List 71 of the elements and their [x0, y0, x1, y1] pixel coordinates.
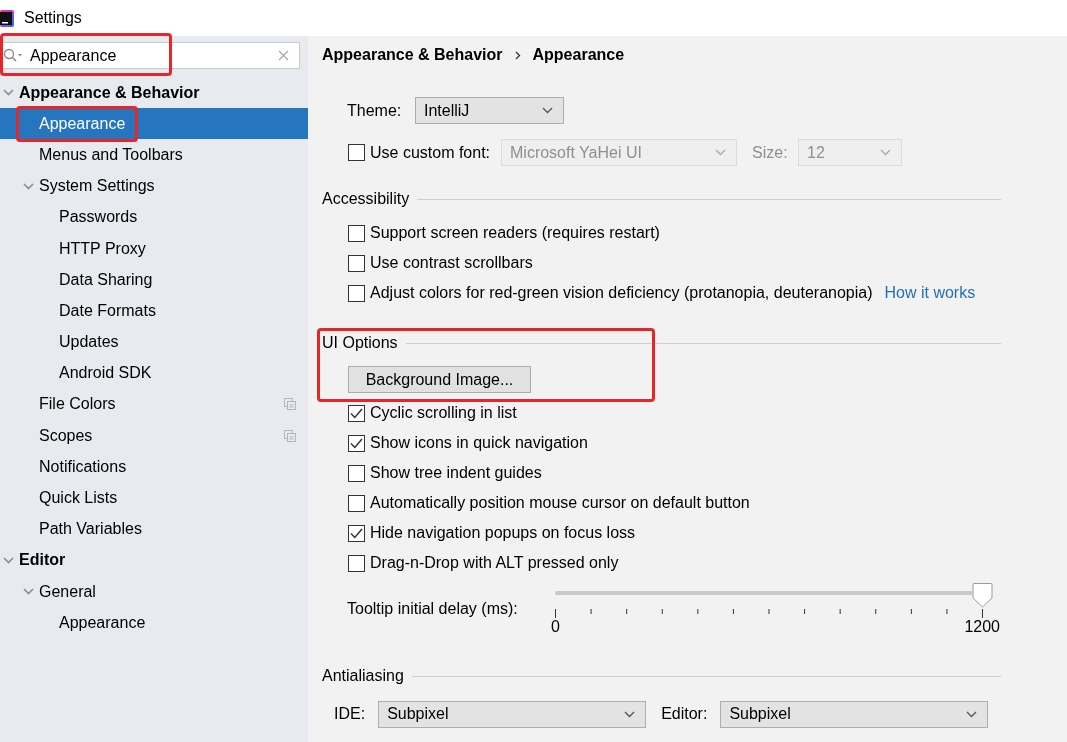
search-field[interactable]: Appearance [0, 42, 300, 69]
dropdown-label: Editor: [661, 704, 708, 724]
tree-item[interactable]: Date Formats [0, 295, 308, 327]
checkbox-label: Show icons in quick navigation [370, 433, 588, 453]
dropdown[interactable]: Subpixel [378, 700, 647, 728]
caret-icon [880, 149, 891, 156]
chevron-right-icon [514, 50, 521, 60]
checkbox[interactable] [348, 464, 365, 482]
checkbox-label: Hide navigation popups on focus loss [370, 523, 636, 543]
chevron-down-icon[interactable] [23, 588, 34, 596]
help-link[interactable]: How it works [884, 281, 976, 305]
checkmark-icon [350, 407, 363, 419]
checkbox[interactable] [348, 554, 365, 572]
checkbox[interactable] [348, 524, 365, 542]
window-title: Settings [24, 8, 82, 28]
breadcrumb-item: Appearance [532, 45, 625, 65]
chevron-down-icon[interactable] [23, 182, 34, 190]
dropdown-label: IDE: [334, 704, 366, 724]
dropdown[interactable]: IntelliJ [415, 97, 564, 124]
checkbox-label: Show tree indent guides [370, 463, 542, 483]
checkbox-label: Adjust colors for red-green vision deficiency (protanopia, deuteranopia) [370, 283, 873, 303]
tree-item[interactable]: System Settings [0, 170, 308, 202]
tree-item[interactable]: Updates [0, 326, 308, 358]
breadcrumb-item: Appearance & Behavior [322, 45, 503, 65]
background-image-button[interactable]: Background Image... [348, 366, 531, 393]
tree-item[interactable]: Appearance [0, 607, 308, 639]
tree-item[interactable]: General [0, 576, 308, 608]
caret-icon [542, 107, 553, 114]
tree-item[interactable]: Path Variables [0, 513, 308, 545]
tree-item[interactable]: Appearance [0, 108, 308, 140]
caret-icon [715, 149, 726, 156]
checkbox[interactable] [348, 224, 365, 242]
caret-icon [624, 710, 636, 718]
section-title: Accessibility [322, 189, 410, 209]
section-title: Antialiasing [322, 666, 404, 686]
checkbox[interactable] [348, 434, 365, 452]
checkbox-label: Use custom font: [370, 142, 492, 163]
tree-item[interactable]: Passwords [0, 201, 308, 233]
tree-item[interactable]: HTTP Proxy [0, 232, 308, 265]
tree-item[interactable]: Quick Lists [0, 482, 308, 514]
checkbox-label: Drag-n-Drop with ALT pressed only [370, 553, 619, 573]
theme-label: Theme: [347, 100, 403, 121]
search-icon [3, 48, 23, 63]
tree-item[interactable]: Scopes [0, 420, 308, 452]
size-label: Size: [752, 142, 789, 163]
checkmark-icon [350, 527, 363, 539]
chevron-down-icon[interactable] [3, 556, 14, 564]
tree-item[interactable]: Notifications [0, 451, 308, 483]
tree-item[interactable]: File Colors [0, 388, 308, 421]
tree-item[interactable]: Editor [0, 544, 308, 576]
checkbox[interactable] [348, 494, 365, 512]
tree-item[interactable]: Data Sharing [0, 264, 308, 296]
checkbox[interactable] [348, 404, 365, 422]
slider-thumb[interactable] [971, 583, 993, 608]
checkbox-label: Cyclic scrolling in list [370, 403, 517, 423]
checkbox-label: Use contrast scrollbars [370, 253, 533, 273]
tree-item[interactable]: Menus and Toolbars [0, 139, 308, 171]
chevron-down-icon[interactable] [3, 89, 14, 97]
section-title: UI Options [322, 333, 398, 353]
checkmark-icon [350, 437, 363, 449]
tree-item[interactable]: Android SDK [0, 357, 308, 389]
slider-max-label: 1200 [964, 618, 1000, 636]
dropdown[interactable]: Subpixel [720, 700, 989, 728]
slider-min-label: 0 [551, 618, 560, 636]
tree-item[interactable]: Appearance & Behavior [0, 77, 308, 109]
caret-icon [966, 710, 978, 718]
slider-label: Tooltip initial delay (ms): [347, 600, 519, 618]
checkbox-label: Automatically position mouse cursor on default button [370, 493, 750, 513]
checkbox-label: Support screen readers (requires restart) [370, 223, 660, 243]
checkbox[interactable] [348, 284, 365, 302]
checkbox[interactable] [348, 254, 365, 272]
